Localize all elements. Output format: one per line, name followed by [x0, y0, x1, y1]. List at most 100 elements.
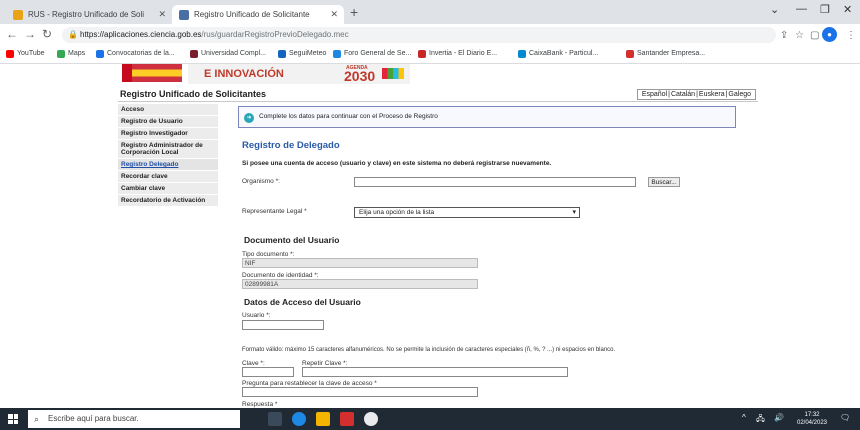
bookmark-santander[interactable]: Santander Empresa...: [626, 50, 705, 58]
documento-identidad-label: Documento de identidad *:: [242, 272, 319, 279]
bookmark-invertia[interactable]: Invertia - El Diario E...: [418, 50, 498, 58]
buscar-button[interactable]: Buscar...: [648, 177, 680, 187]
rus-favicon-icon: [13, 10, 23, 20]
sidebar-item-acceso[interactable]: Acceso: [118, 104, 218, 115]
bookmark-caixabank[interactable]: CaixaBank - Particul...: [518, 50, 599, 58]
close-tab-icon[interactable]: ✕: [330, 5, 338, 24]
usuario-input[interactable]: [242, 320, 324, 330]
representante-label: Representante Legal *: [242, 208, 307, 215]
format-help-text: Formato válido: máximo 15 caracteres alf…: [242, 347, 616, 353]
search-icon: ⌕: [34, 414, 40, 424]
lang-galego[interactable]: Galego: [727, 91, 752, 98]
forward-arrow-icon[interactable]: →: [24, 27, 36, 41]
network-icon[interactable]: 🖧: [756, 413, 765, 427]
volume-icon[interactable]: 🔊: [774, 413, 784, 422]
bookmark-star-icon[interactable]: ☆: [795, 30, 804, 41]
bookmark-label: Foro General de Se...: [344, 50, 412, 57]
lang-espanol[interactable]: Español: [641, 91, 668, 98]
bookmark-foro[interactable]: Foro General de Se...: [333, 50, 412, 58]
notice-text: Complete los datos para continuar con el…: [259, 113, 438, 120]
sidebar-item-registro-investigador[interactable]: Registro Investigador: [118, 128, 218, 139]
taskbar-search-input[interactable]: ⌕ Escribe aquí para buscar.: [28, 410, 240, 428]
pregunta-input[interactable]: [242, 387, 478, 397]
maximize-button[interactable]: ❐: [820, 3, 830, 16]
organismo-input[interactable]: [354, 177, 636, 187]
universidad-icon: [190, 50, 198, 58]
url-input[interactable]: 🔒 https://aplicaciones.ciencia.gob.es/ru…: [62, 27, 776, 43]
lang-catalan[interactable]: Catalán: [670, 91, 696, 98]
tab-title: Registro Unificado de Solicitante: [194, 10, 310, 19]
language-selector: Español|Catalán|Euskera|Galego: [636, 89, 756, 100]
bookmark-label: Universidad Compl...: [201, 50, 266, 57]
new-tab-button[interactable]: +: [350, 4, 358, 20]
sidebar-item-registro-delegado[interactable]: Registro Delegado: [118, 159, 218, 170]
tray-chevron-up-icon[interactable]: ^: [742, 413, 746, 422]
notifications-icon[interactable]: 🗨: [840, 413, 850, 422]
sidebar-item-cambiar-clave[interactable]: Cambiar clave: [118, 183, 218, 194]
page-favicon-icon: [179, 10, 189, 20]
url-host: https://aplicaciones.ciencia.gob.es: [80, 30, 202, 39]
clave-label: Clave *:: [242, 360, 265, 367]
browser-tab-registro[interactable]: Registro Unificado de Solicitante ✕: [172, 5, 344, 24]
seguimeteo-icon: [278, 50, 286, 58]
tab-title: RUS - Registro Unificado de Soli: [28, 10, 145, 19]
sidebar-item-registro-administrador[interactable]: Registro Administrador de Corporación Lo…: [118, 140, 218, 158]
taskbar-clock[interactable]: 17:32 02/04/2023: [794, 411, 830, 427]
invertia-icon: [418, 50, 426, 58]
bookmark-seguimeteo[interactable]: SeguiMeteo: [278, 50, 326, 58]
browser-tab-rus[interactable]: RUS - Registro Unificado de Soli ✕: [6, 5, 172, 24]
site-title: Registro Unificado de Solicitantes: [120, 89, 267, 99]
tipo-documento-field: NIF: [242, 258, 478, 268]
repetir-clave-input[interactable]: [302, 367, 568, 377]
intro-text: Si posee una cuenta de acceso (usuario y…: [242, 160, 552, 167]
sidebar-menu: Acceso Registro de Usuario Registro Inve…: [118, 104, 218, 207]
clave-input[interactable]: [242, 367, 294, 377]
representante-select[interactable]: Elija una opción de la lista ▾: [354, 207, 580, 218]
bookmark-universidad[interactable]: Universidad Compl...: [190, 50, 266, 58]
lang-euskera[interactable]: Euskera: [698, 91, 726, 98]
windows-start-icon[interactable]: [8, 414, 18, 424]
pregunta-label: Pregunta para restablecer la clave de ac…: [242, 380, 377, 387]
edge-browser-icon[interactable]: [292, 412, 306, 426]
bookmark-youtube[interactable]: YouTube: [6, 50, 45, 58]
bookmark-label: Maps: [68, 50, 86, 57]
info-arrow-icon: ➜: [244, 113, 254, 123]
menu-dots-icon[interactable]: ⋮: [846, 30, 856, 41]
bookmark-label: YouTube: [17, 50, 45, 57]
file-explorer-icon[interactable]: [316, 412, 330, 426]
page-title: Registro de Delegado: [242, 140, 340, 151]
sidebar-item-recordar-clave[interactable]: Recordar clave: [118, 171, 218, 182]
bookmark-maps[interactable]: Maps: [57, 50, 86, 58]
profile-initial: ●: [827, 30, 832, 39]
lock-icon[interactable]: 🔒: [68, 27, 78, 43]
info-notice: ➜ Complete los datos para continuar con …: [238, 106, 736, 128]
bookmark-label: Invertia - El Diario E...: [429, 50, 498, 57]
usuario-label: Usuario *:: [242, 312, 271, 319]
chrome-browser-icon[interactable]: [364, 412, 378, 426]
close-tab-icon[interactable]: ✕: [158, 5, 166, 24]
back-arrow-icon[interactable]: ←: [6, 27, 18, 41]
url-path: /rus/guardarRegistroPrevioDelegado.mec: [201, 30, 349, 39]
task-view-icon[interactable]: [268, 412, 282, 426]
sidebar-item-recordatorio-activacion[interactable]: Recordatorio de Activación: [118, 195, 218, 206]
clock-time: 17:32: [804, 412, 820, 418]
chevron-down-icon: ▾: [572, 209, 576, 216]
minimize-button[interactable]: —: [796, 3, 807, 15]
government-banner: E INNOVACIÓN AGENDA 2030: [118, 64, 758, 88]
spain-flag-icon: [132, 64, 182, 82]
agenda-year: 2030: [344, 68, 376, 84]
tab-search-chevron-icon[interactable]: ⌄: [770, 3, 779, 16]
organismo-label: Organismo *:: [242, 178, 280, 185]
site-header: Registro Unificado de Solicitantes Españ…: [118, 88, 758, 102]
side-panel-icon[interactable]: ▢: [810, 30, 819, 41]
sidebar-item-registro-usuario[interactable]: Registro de Usuario: [118, 116, 218, 127]
reload-icon[interactable]: ↻: [42, 27, 52, 41]
bookmark-convocatorias[interactable]: Convocatorias de la...: [96, 50, 175, 58]
profile-avatar[interactable]: ●: [822, 27, 837, 42]
share-icon[interactable]: ⇪: [780, 30, 788, 41]
pdf-app-icon[interactable]: [340, 412, 354, 426]
bookmark-label: CaixaBank - Particul...: [529, 50, 599, 57]
close-window-button[interactable]: ✕: [843, 3, 852, 16]
foro-icon: [333, 50, 341, 58]
documento-identidad-field: 02899981A: [242, 279, 478, 289]
